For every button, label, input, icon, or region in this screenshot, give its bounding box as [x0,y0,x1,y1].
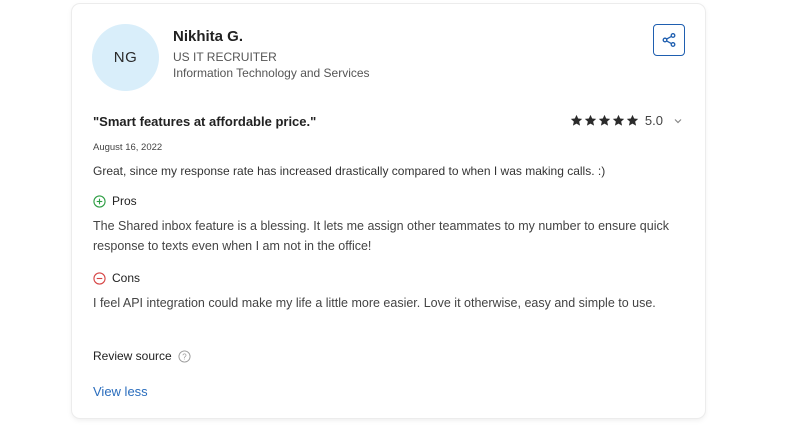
review-date: August 16, 2022 [93,142,163,153]
share-button[interactable] [653,24,685,56]
review-summary: Great, since my response rate has increa… [93,164,606,178]
star-icon [612,114,625,126]
rating-score: 5.0 [644,113,663,128]
reviewer-job-title: US IT RECRUITER [173,50,277,64]
review-source-label: Review source [93,349,172,363]
pros-heading: Pros [93,194,137,208]
review-source: Review source ? [93,349,191,363]
star-icon [584,114,597,126]
reviewer-industry: Information Technology and Services [173,66,370,80]
star-icon [570,114,583,126]
pros-text: The Shared inbox feature is a blessing. … [93,219,669,253]
view-less-link[interactable]: View less [93,384,148,399]
cons-heading: Cons [93,271,140,285]
review-title: "Smart features at affordable price." [93,114,317,129]
cons-text: I feel API integration could make my lif… [93,296,656,310]
share-icon [662,33,676,47]
question-circle-icon[interactable]: ? [178,349,191,363]
plus-circle-icon [93,194,106,208]
pros-label: Pros [112,194,137,208]
minus-circle-icon [93,271,106,285]
avatar: NG [92,24,159,91]
reviewer-name: Nikhita G. [173,28,244,45]
rating[interactable]: 5.0 [570,113,683,128]
review-card: NG Nikhita G. US IT RECRUITER Informatio… [72,4,705,418]
star-icon [598,114,611,126]
star-rating [570,114,639,127]
svg-text:?: ? [182,352,187,361]
star-icon [626,114,639,126]
cons-label: Cons [112,271,141,285]
chevron-down-icon[interactable] [673,116,683,126]
